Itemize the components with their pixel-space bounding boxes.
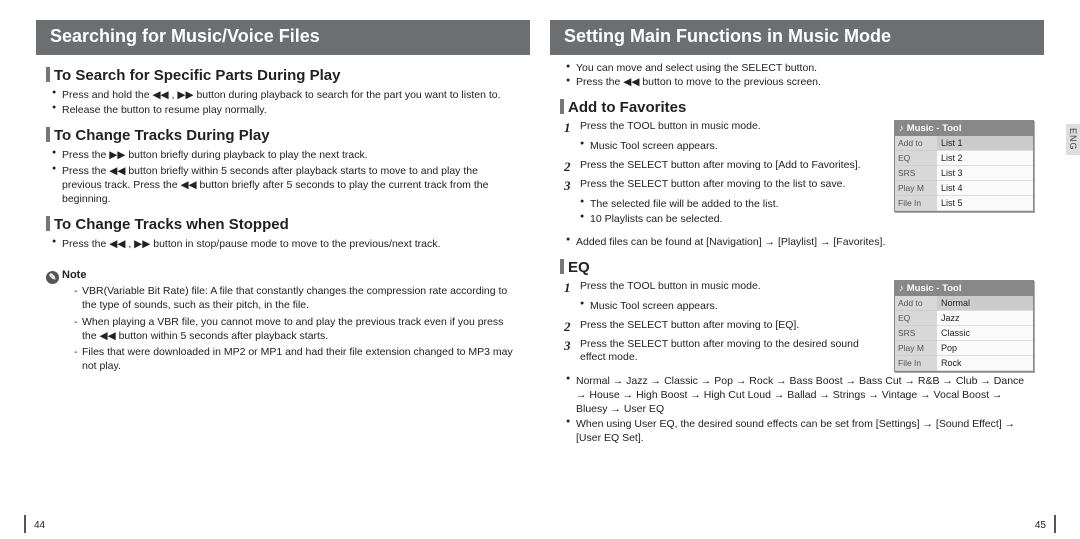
- section-heading-eq: EQ: [560, 259, 1034, 276]
- section-heading-change-tracks-stopped: To Change Tracks when Stopped: [46, 216, 520, 233]
- step-1: 1Press the TOOL button in music mode.: [564, 120, 886, 137]
- content-right: You can move and select using the SELECT…: [540, 61, 1080, 446]
- manual-spread: Searching for Music/Voice Files To Searc…: [0, 0, 1080, 539]
- music-tool-widget-favorites: ♪ Music - Tool Add to EQ SRS Play M File…: [894, 120, 1034, 212]
- list-item: Normal: [937, 296, 1033, 311]
- widget-label: EQ: [895, 151, 937, 166]
- section-heading-change-tracks-play: To Change Tracks During Play: [46, 127, 520, 144]
- content-left: To Search for Specific Parts During Play…: [0, 67, 540, 373]
- step-3: 3Press the SELECT button after moving to…: [564, 338, 886, 365]
- music-note-icon: ♪: [899, 283, 904, 294]
- page-number: 45: [1035, 520, 1046, 531]
- heading-bar-icon: [46, 127, 50, 142]
- heading-bar-icon: [46, 67, 50, 82]
- page-44: Searching for Music/Voice Files To Searc…: [0, 0, 540, 539]
- note-icon: ✎: [46, 271, 59, 284]
- step-3: 3Press the SELECT button after moving to…: [564, 178, 886, 195]
- widget-title: ♪ Music - Tool: [895, 121, 1033, 136]
- list-item: List 2: [937, 151, 1033, 166]
- section-heading-search-parts: To Search for Specific Parts During Play: [46, 67, 520, 84]
- language-tab: ENG: [1066, 124, 1080, 155]
- bullet-list: Press the ▶▶ button briefly during playb…: [46, 148, 520, 206]
- widget-label: Add to: [895, 296, 937, 311]
- step-1: 1Press the TOOL button in music mode.: [564, 280, 886, 297]
- step-2: 2Press the SELECT button after moving to…: [564, 159, 886, 176]
- list-item: Jazz: [937, 311, 1033, 326]
- widget-title: ♪ Music - Tool: [895, 281, 1033, 296]
- widget-label: EQ: [895, 311, 937, 326]
- bullet-item: Music Tool screen appears.: [580, 139, 886, 153]
- bullet-item: When using User EQ, the desired sound ef…: [566, 417, 1034, 445]
- bullet-list: Press and hold the ◀◀ , ▶▶ button during…: [46, 88, 520, 117]
- widget-label: File In: [895, 356, 937, 371]
- heading-bar-icon: [560, 99, 564, 114]
- page-number: 44: [34, 520, 45, 531]
- bullet-item: Added files can be found at [Navigation]…: [566, 235, 1034, 249]
- bullet-item: Press the ◀◀ , ▶▶ button in stop/pause m…: [52, 237, 520, 251]
- bullet-item: The selected file will be added to the l…: [580, 197, 886, 211]
- eq-text: 1Press the TOOL button in music mode. Mu…: [560, 280, 886, 367]
- heading-bar-icon: [46, 216, 50, 231]
- widget-label: File In: [895, 196, 937, 211]
- widget-list: List 1 List 2 List 3 List 4 List 5: [937, 136, 1033, 211]
- list-item: List 1: [937, 136, 1033, 151]
- widget-label: Play M: [895, 181, 937, 196]
- page-title-right: Setting Main Functions in Music Mode: [550, 20, 1044, 55]
- bullet-item: Press the ◀◀ button to move to the previ…: [566, 75, 1034, 89]
- widget-side-labels: Add to EQ SRS Play M File In: [895, 136, 937, 211]
- list-item: Classic: [937, 326, 1033, 341]
- bullet-item: Press and hold the ◀◀ , ▶▶ button during…: [52, 88, 520, 102]
- heading-bar-icon: [560, 259, 564, 274]
- bullet-item: Music Tool screen appears.: [580, 299, 886, 313]
- intro-bullets: You can move and select using the SELECT…: [560, 61, 1034, 89]
- list-item: List 4: [937, 181, 1033, 196]
- eq-block: 1Press the TOOL button in music mode. Mu…: [560, 280, 1034, 372]
- widget-label: SRS: [895, 326, 937, 341]
- widget-list: Normal Jazz Classic Pop Rock: [937, 296, 1033, 371]
- list-item: List 3: [937, 166, 1033, 181]
- widget-label: Add to: [895, 136, 937, 151]
- note-item: VBR(Variable Bit Rate) file: A file that…: [74, 284, 520, 312]
- bullet-item: Press the ▶▶ button briefly during playb…: [52, 148, 520, 162]
- widget-side-labels: Add to EQ SRS Play M File In: [895, 296, 937, 371]
- bullet-list: Press the ◀◀ , ▶▶ button in stop/pause m…: [46, 237, 520, 251]
- section-heading-favorites: Add to Favorites: [560, 99, 1034, 116]
- favorites-text: 1Press the TOOL button in music mode. Mu…: [560, 120, 886, 232]
- widget-label: Play M: [895, 341, 937, 356]
- list-item: Rock: [937, 356, 1033, 371]
- note-item: Files that were downloaded in MP2 or MP1…: [74, 345, 520, 373]
- bullet-item: You can move and select using the SELECT…: [566, 61, 1034, 75]
- list-item: List 5: [937, 196, 1033, 211]
- bullet-item: Release the button to resume play normal…: [52, 103, 520, 117]
- note-item: When playing a VBR file, you cannot move…: [74, 315, 520, 343]
- page-title-left: Searching for Music/Voice Files: [36, 20, 530, 55]
- favorites-block: 1Press the TOOL button in music mode. Mu…: [560, 120, 1034, 232]
- page-edge-icon: [24, 515, 26, 533]
- note-heading: ✎Note: [46, 269, 520, 284]
- page-45: Setting Main Functions in Music Mode ENG…: [540, 0, 1080, 539]
- step-2: 2Press the SELECT button after moving to…: [564, 319, 886, 336]
- music-tool-widget-eq: ♪ Music - Tool Add to EQ SRS Play M File…: [894, 280, 1034, 372]
- page-edge-icon: [1054, 515, 1056, 533]
- music-note-icon: ♪: [899, 123, 904, 134]
- list-item: Pop: [937, 341, 1033, 356]
- note-list: VBR(Variable Bit Rate) file: A file that…: [46, 284, 520, 373]
- bullet-item: 10 Playlists can be selected.: [580, 212, 886, 226]
- bullet-item: Normal → Jazz → Classic → Pop → Rock → B…: [566, 374, 1034, 417]
- widget-label: SRS: [895, 166, 937, 181]
- bullet-item: Press the ◀◀ button briefly within 5 sec…: [52, 164, 520, 207]
